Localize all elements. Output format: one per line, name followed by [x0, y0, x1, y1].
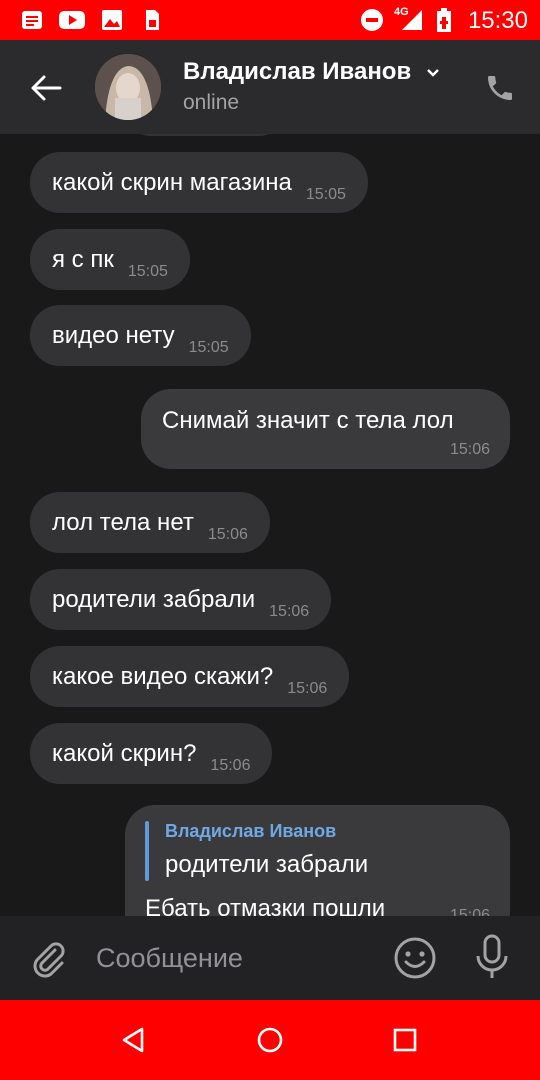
message-bubble-incoming[interactable]: я с пк 15:05: [30, 229, 190, 290]
message-bubble-incoming[interactable]: какое видео скажи? 15:06: [30, 646, 350, 707]
nav-recents-icon[interactable]: [389, 1024, 421, 1056]
clock: 15:30: [467, 7, 528, 34]
message-bubble-incoming[interactable]: какой скрин магазина 15:05: [30, 152, 368, 213]
notification-news-icon: [22, 11, 42, 29]
reply-author: Владислав Иванов: [165, 821, 337, 841]
message-bubble-incoming[interactable]: какой скрин? 15:06: [30, 723, 273, 784]
message-time: 15:06: [449, 907, 490, 916]
message-text: лол тела нет: [52, 509, 194, 536]
attach-paperclip-icon[interactable]: [28, 938, 68, 978]
contact-name-wrap[interactable]: Владислав Иванов: [183, 58, 440, 86]
system-navigation-bar: [0, 1000, 540, 1080]
emoji-smile-icon[interactable]: [393, 936, 437, 980]
message-text: я с пк: [52, 246, 114, 273]
message-time: 15:05: [188, 339, 229, 356]
chat-header: Владислав Иванов online: [0, 40, 540, 134]
battery-icon: [437, 8, 451, 32]
message-bubble-partial[interactable]: [130, 134, 280, 136]
dnd-icon: [361, 9, 383, 31]
chevron-down-icon[interactable]: [426, 66, 440, 80]
message-bubble-incoming[interactable]: родители забрали 15:06: [30, 569, 332, 630]
message-text: видео нету: [52, 322, 175, 349]
message-time: 15:06: [287, 680, 328, 697]
message-bubble-incoming[interactable]: лол тела нет 15:06: [30, 492, 270, 553]
message-time: 15:06: [449, 441, 490, 458]
nav-back-icon[interactable]: [118, 1024, 150, 1056]
reply-quote: родители забрали: [165, 851, 369, 878]
avatar[interactable]: [95, 54, 161, 120]
nav-home-icon[interactable]: [254, 1024, 286, 1056]
message-list[interactable]: какой скрин магазина 15:05 я с пк 15:05 ви…: [0, 134, 540, 916]
contact-name[interactable]: Владислав Иванов: [183, 58, 411, 85]
microphone-icon[interactable]: [472, 934, 512, 980]
sim-icon: [146, 10, 159, 30]
message-time: 15:05: [305, 186, 346, 203]
message-text: Ебать отмазки пошли: [145, 895, 386, 916]
reply-accent-bar: [145, 821, 149, 881]
message-text: родители забрали: [52, 586, 256, 613]
message-bubble-outgoing-reply[interactable]: Владислав Иванов родители забрали Ебать …: [125, 805, 510, 916]
message-time: 15:05: [127, 263, 168, 280]
message-text: какое видео скажи?: [52, 663, 274, 690]
gallery-icon: [102, 10, 122, 30]
message-time: 15:06: [210, 757, 251, 774]
message-text: какой скрин магазина: [52, 169, 292, 196]
message-time: 15:06: [269, 603, 310, 620]
message-composer: Сообщение: [0, 916, 540, 1000]
message-text: Снимай значит с тела лол: [162, 407, 454, 434]
contact-status: online: [183, 91, 240, 114]
message-time: 15:06: [207, 526, 248, 543]
status-bar: 4G 15:30: [0, 0, 540, 40]
message-input[interactable]: Сообщение: [96, 943, 243, 974]
message-text: какой скрин?: [52, 740, 197, 767]
phone-icon[interactable]: [484, 72, 516, 104]
signal-icon: [402, 10, 422, 30]
youtube-icon: [59, 11, 85, 29]
message-bubble-outgoing[interactable]: Снимай значит с тела лол 15:06: [141, 389, 510, 469]
message-bubble-incoming[interactable]: видео нету 15:05: [30, 305, 251, 366]
back-arrow-icon[interactable]: [28, 70, 64, 106]
